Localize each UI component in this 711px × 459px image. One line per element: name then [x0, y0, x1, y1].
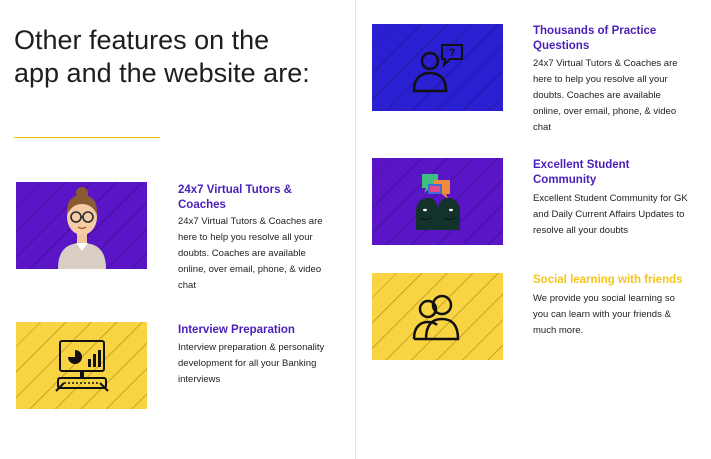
feature-card-practice-questions: ?: [372, 24, 503, 111]
two-people-icon: [412, 294, 459, 340]
feature-desc-interview-prep: Interview preparation & personality deve…: [178, 342, 325, 385]
feature-title-student-community: Excellent Student Community: [533, 159, 630, 186]
feature-card-social-learning: [372, 273, 503, 360]
feature-desc-practice-questions: 24x7 Virtual Tutors & Coaches are here t…: [533, 58, 678, 133]
page-title: Other features on the app and the websit…: [14, 25, 310, 88]
feature-title-practice-questions: Thousands of Practice Questions: [533, 25, 657, 52]
feature-card-virtual-tutors: [16, 182, 147, 269]
svg-text:?: ?: [448, 47, 455, 59]
feature-title-interview-prep: Interview Preparation: [178, 324, 295, 336]
feature-card-student-community: [372, 158, 503, 245]
column-divider: [355, 0, 356, 459]
person-question-icon: ?: [412, 43, 463, 92]
computer-presentation-icon: [54, 339, 109, 392]
feature-card-interview-prep: [16, 322, 147, 409]
title-underline: [14, 137, 160, 138]
feature-desc-virtual-tutors: 24x7 Virtual Tutors & Coaches are here t…: [178, 216, 323, 291]
feature-title-virtual-tutors: 24x7 Virtual Tutors & Coaches: [178, 184, 292, 211]
feature-desc-social-learning: We provide you social learning so you ca…: [533, 293, 675, 336]
tutor-avatar-icon: [57, 187, 106, 269]
feature-title-social-learning: Social learning with friends: [533, 274, 683, 286]
feature-desc-student-community: Excellent Student Community for GK and D…: [533, 193, 688, 236]
community-chat-icon: [415, 173, 460, 230]
